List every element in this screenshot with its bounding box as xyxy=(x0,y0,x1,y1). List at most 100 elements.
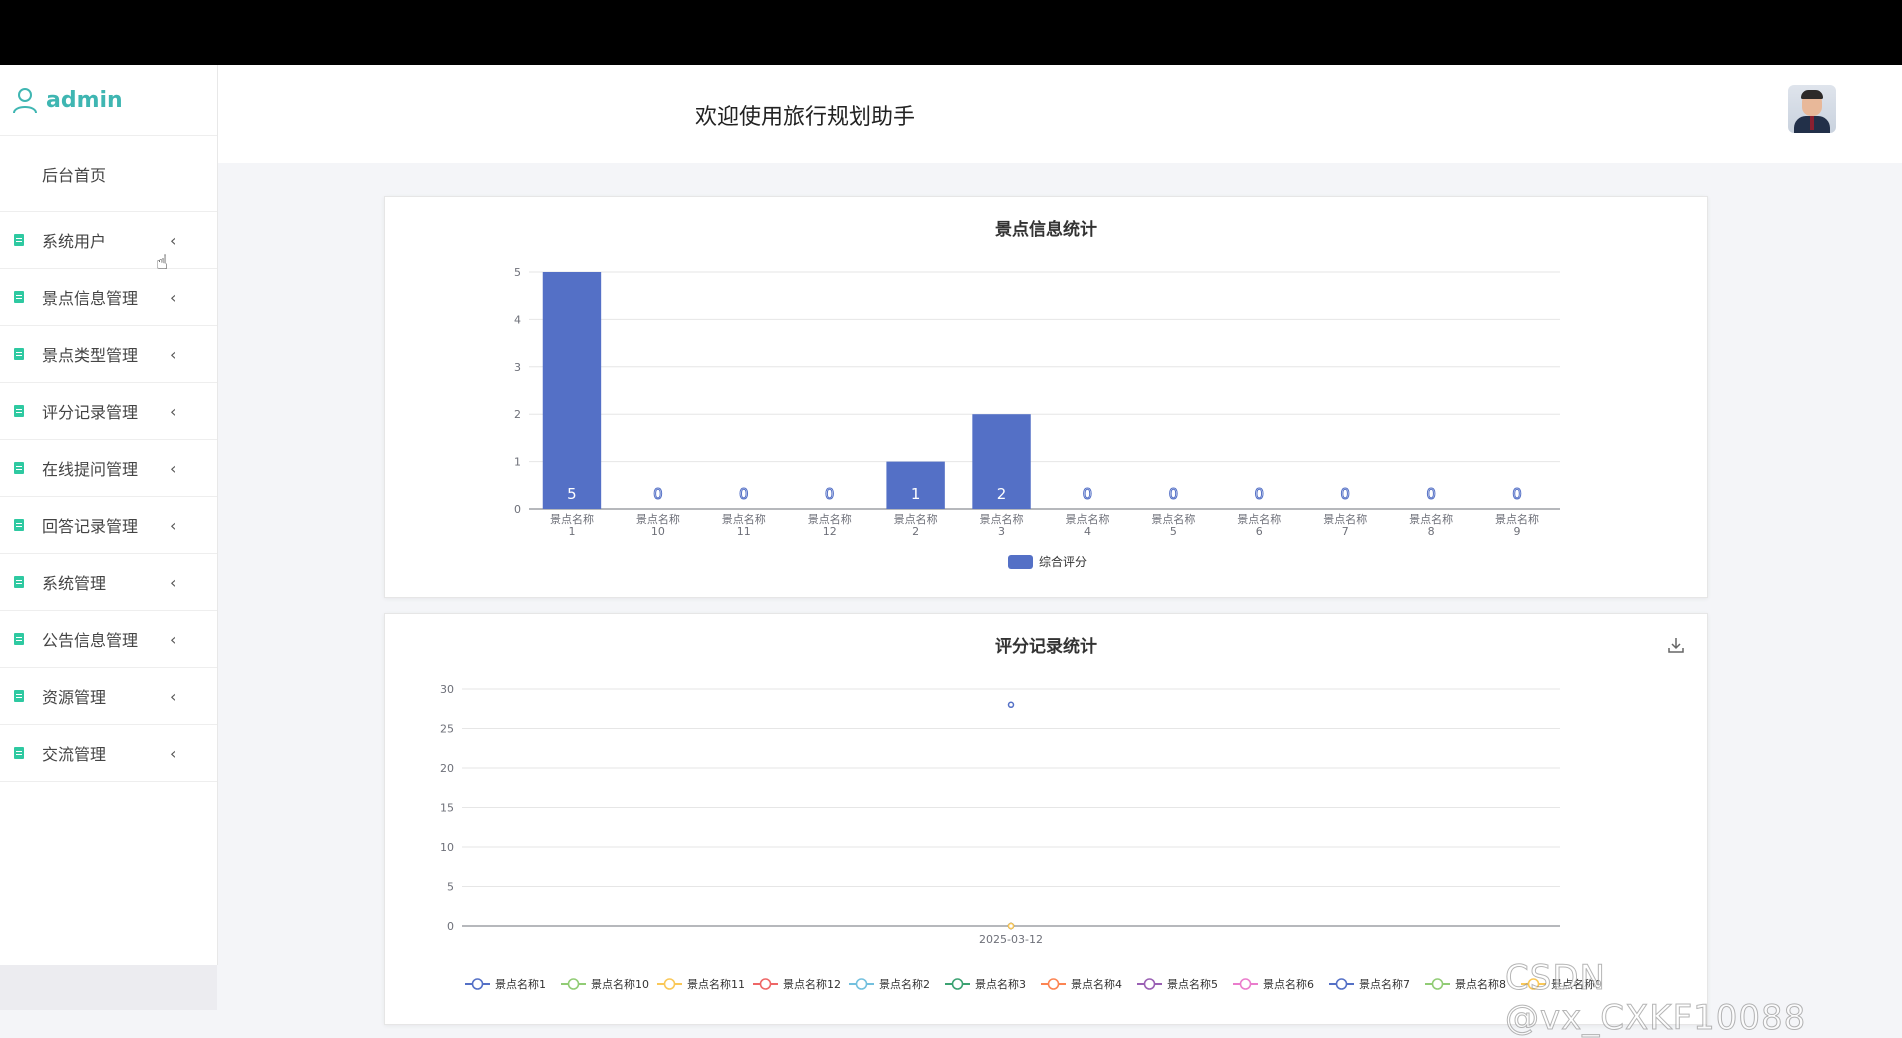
user-icon xyxy=(13,88,37,114)
bar xyxy=(542,272,602,509)
legend-marker xyxy=(759,978,772,990)
y-tick-label: 15 xyxy=(440,802,454,815)
y-tick-label: 0 xyxy=(514,503,521,516)
legend-marker xyxy=(855,978,868,990)
x-tick-label: 2025-03-12 xyxy=(979,933,1043,946)
chevron-left-icon[interactable]: ‹ xyxy=(170,402,176,421)
y-tick-label: 25 xyxy=(440,723,454,736)
y-tick-label: 20 xyxy=(440,762,454,775)
sidebar-brand: admin xyxy=(0,65,217,136)
x-tick-label: 景点名称 11 xyxy=(722,512,766,538)
legend-marker xyxy=(951,978,964,990)
bar-value-label: 0 xyxy=(1512,485,1522,503)
sidebar-item[interactable]: 系统用户 ‹ xyxy=(0,212,217,269)
chevron-left-icon[interactable]: ‹ xyxy=(170,744,176,763)
legend-marker xyxy=(567,978,580,990)
sidebar: admin 后台首页 系统用户 ‹ 景点信息管理 ‹ 景点类型管理 ‹ 评分记录管理 ‹ 在线提… xyxy=(0,65,218,965)
sidebar-item-home[interactable]: 后台首页 xyxy=(0,136,217,212)
bar-value-label: 0 xyxy=(1340,485,1350,503)
attraction-stats-card: 景点信息统计 0 1 2 3 4 5 5 景点名称 1 0 景点名称 10 0 景点名称 11 0 景点名称 12… xyxy=(384,196,1708,598)
y-tick-label: 4 xyxy=(514,313,521,326)
document-icon xyxy=(14,234,24,246)
bar-value-label: 0 xyxy=(1083,485,1093,503)
x-tick-label: 景点名称 2 xyxy=(894,512,938,538)
y-tick-label: 5 xyxy=(514,266,521,279)
header: 欢迎使用旅行规划助手 xyxy=(218,65,1902,163)
admin-username: admin xyxy=(46,87,123,113)
hand-cursor-icon: ☝ xyxy=(156,250,169,274)
sidebar-item-label: 景点信息管理 xyxy=(42,289,139,308)
document-icon xyxy=(14,747,24,759)
document-icon xyxy=(14,291,24,303)
y-tick-label: 0 xyxy=(447,920,454,933)
bar-value-label: 1 xyxy=(911,485,921,503)
x-tick-label: 景点名称 8 xyxy=(1409,512,1453,538)
sidebar-item[interactable]: 资源管理 ‹ xyxy=(0,668,217,725)
window-top-bar xyxy=(0,0,1902,65)
chevron-left-icon[interactable]: ‹ xyxy=(170,630,176,649)
chevron-left-icon[interactable]: ‹ xyxy=(170,288,176,307)
attraction-bar-chart: 0123455景点名称 10景点名称 100景点名称 110景点名称 121景点名称 22… xyxy=(514,266,1560,569)
legend-label: 景点名称12 xyxy=(783,977,841,991)
y-tick-label: 30 xyxy=(440,683,454,696)
legend-swatch xyxy=(1008,555,1033,569)
bar-value-label: 0 xyxy=(1169,485,1179,503)
chevron-left-icon[interactable]: ‹ xyxy=(170,231,176,250)
sidebar-item[interactable]: 在线提问管理 ‹ xyxy=(0,440,217,497)
avatar[interactable] xyxy=(1788,85,1836,133)
welcome-title: 欢迎使用旅行规划助手 xyxy=(695,105,916,130)
sidebar-item[interactable]: 回答记录管理 ‹ xyxy=(0,497,217,554)
legend-label: 景点名称3 xyxy=(975,977,1026,991)
data-point xyxy=(1007,701,1015,709)
chevron-left-icon[interactable]: ‹ xyxy=(170,687,176,706)
sidebar-item[interactable]: 景点类型管理 ‹ xyxy=(0,326,217,383)
bar-value-label: 0 xyxy=(653,485,663,503)
watermark-text: CSDN @vx_CXKF10088 xyxy=(1505,958,1807,1038)
sidebar-item-label: 回答记录管理 xyxy=(42,517,139,536)
legend-label: 景点名称11 xyxy=(687,977,745,991)
sidebar-item-label: 评分记录管理 xyxy=(42,403,139,422)
sidebar-item[interactable]: 评分记录管理 ‹ xyxy=(0,383,217,440)
x-tick-label: 景点名称 5 xyxy=(1151,512,1195,538)
sidebar-item-label: 公告信息管理 xyxy=(42,631,139,650)
y-tick-label: 2 xyxy=(514,408,521,421)
legend-marker xyxy=(1047,978,1060,990)
legend-marker xyxy=(1143,978,1156,990)
document-icon xyxy=(14,576,24,588)
legend-label: 景点名称1 xyxy=(495,977,546,991)
x-tick-label: 景点名称 3 xyxy=(980,512,1024,538)
legend-label: 综合评分 xyxy=(1039,554,1087,569)
document-icon xyxy=(14,405,24,417)
x-tick-label: 景点名称 10 xyxy=(636,512,680,538)
x-tick-label: 景点名称 9 xyxy=(1495,512,1539,538)
x-tick-label: 景点名称 1 xyxy=(550,512,594,538)
y-tick-label: 3 xyxy=(514,361,521,374)
y-tick-label: 10 xyxy=(440,841,454,854)
document-icon xyxy=(14,633,24,645)
sidebar-item[interactable]: 公告信息管理 ‹ xyxy=(0,611,217,668)
document-icon xyxy=(14,348,24,360)
x-tick-label: 景点名称 6 xyxy=(1237,512,1281,538)
bar-value-label: 2 xyxy=(997,485,1007,503)
legend-label: 景点名称5 xyxy=(1167,977,1218,991)
document-icon xyxy=(14,519,24,531)
sidebar-item[interactable]: 交流管理 ‹ xyxy=(0,725,217,782)
legend-label: 景点名称8 xyxy=(1455,977,1506,991)
legend-marker xyxy=(1335,978,1348,990)
chevron-left-icon[interactable]: ‹ xyxy=(170,573,176,592)
sidebar-item-label: 景点类型管理 xyxy=(42,346,139,365)
sidebar-item-label: 系统管理 xyxy=(42,574,107,593)
legend-marker xyxy=(471,978,484,990)
bar-value-label: 0 xyxy=(739,485,749,503)
bar-value-label: 0 xyxy=(1426,485,1436,503)
legend-marker xyxy=(663,978,676,990)
sidebar-item[interactable]: 景点信息管理 ‹ xyxy=(0,269,217,326)
sidebar-item[interactable]: 系统管理 ‹ xyxy=(0,554,217,611)
sidebar-footer xyxy=(0,965,217,1010)
data-point xyxy=(1007,922,1015,930)
legend-label: 景点名称10 xyxy=(591,977,649,991)
sidebar-item-label: 交流管理 xyxy=(42,745,107,764)
chevron-left-icon[interactable]: ‹ xyxy=(170,459,176,478)
chevron-left-icon[interactable]: ‹ xyxy=(170,345,176,364)
chevron-left-icon[interactable]: ‹ xyxy=(170,516,176,535)
